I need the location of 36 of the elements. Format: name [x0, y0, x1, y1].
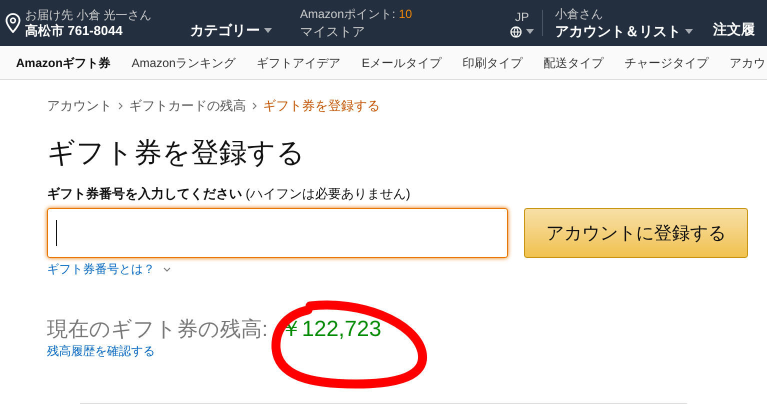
nav-tab[interactable]: 印刷タイプ — [462, 54, 523, 72]
nav-tab[interactable]: Amazonランキング — [132, 54, 236, 72]
location-text[interactable]: 高松市 761-8044 — [25, 23, 152, 38]
register-button[interactable]: アカウントに登録する — [524, 208, 748, 258]
nav-tab[interactable]: Amazonギフト券 — [16, 54, 111, 72]
breadcrumb-link[interactable]: ギフトカードの残高 — [129, 96, 246, 116]
chevron-icon — [252, 102, 257, 110]
caret-icon — [264, 28, 272, 33]
caret-icon — [685, 29, 693, 34]
chevron-icon — [118, 102, 123, 110]
nav-tab[interactable]: アカウ — [730, 54, 766, 72]
caret-icon — [526, 29, 534, 34]
greeting-text[interactable]: 小倉さん — [555, 6, 713, 23]
nav-tab[interactable]: チャージタイプ — [624, 54, 709, 72]
category-menu[interactable]: カテゴリー — [190, 20, 272, 41]
chevron-down-icon — [163, 266, 171, 272]
language-code[interactable]: JP — [514, 8, 529, 26]
nav-tab[interactable]: Eメールタイプ — [362, 54, 442, 72]
page-title: ギフト券を登録する — [47, 136, 306, 170]
history-link[interactable]: 残高履歴を確認する — [47, 343, 767, 359]
gift-card-code-field[interactable] — [47, 208, 508, 258]
location-pin-icon — [5, 13, 21, 33]
text-cursor — [56, 220, 57, 246]
points-text[interactable]: Amazonポイント: 10 — [300, 5, 502, 23]
breadcrumb-link[interactable]: ギフト券を登録する — [263, 96, 380, 116]
my-store-link[interactable]: マイストア — [300, 23, 502, 41]
nav-tab[interactable]: 配送タイプ — [544, 54, 604, 72]
deliver-to-label[interactable]: お届け先 小倉 光一さん — [25, 8, 152, 23]
globe-icon[interactable] — [510, 26, 522, 38]
account-menu[interactable]: アカウント＆リスト — [555, 23, 713, 40]
help-link[interactable]: ギフト券番号とは？ — [47, 260, 155, 278]
breadcrumb-link[interactable]: アカウント — [47, 96, 112, 116]
nav-tab[interactable]: ギフトアイデア — [256, 54, 341, 72]
field-label: ギフト券番号を入力してください (ハイフンは必要ありません) — [47, 185, 412, 203]
balance-label: 現在のギフト券の残高: — [47, 317, 268, 343]
orders-link[interactable]: 注文履 — [713, 19, 755, 40]
